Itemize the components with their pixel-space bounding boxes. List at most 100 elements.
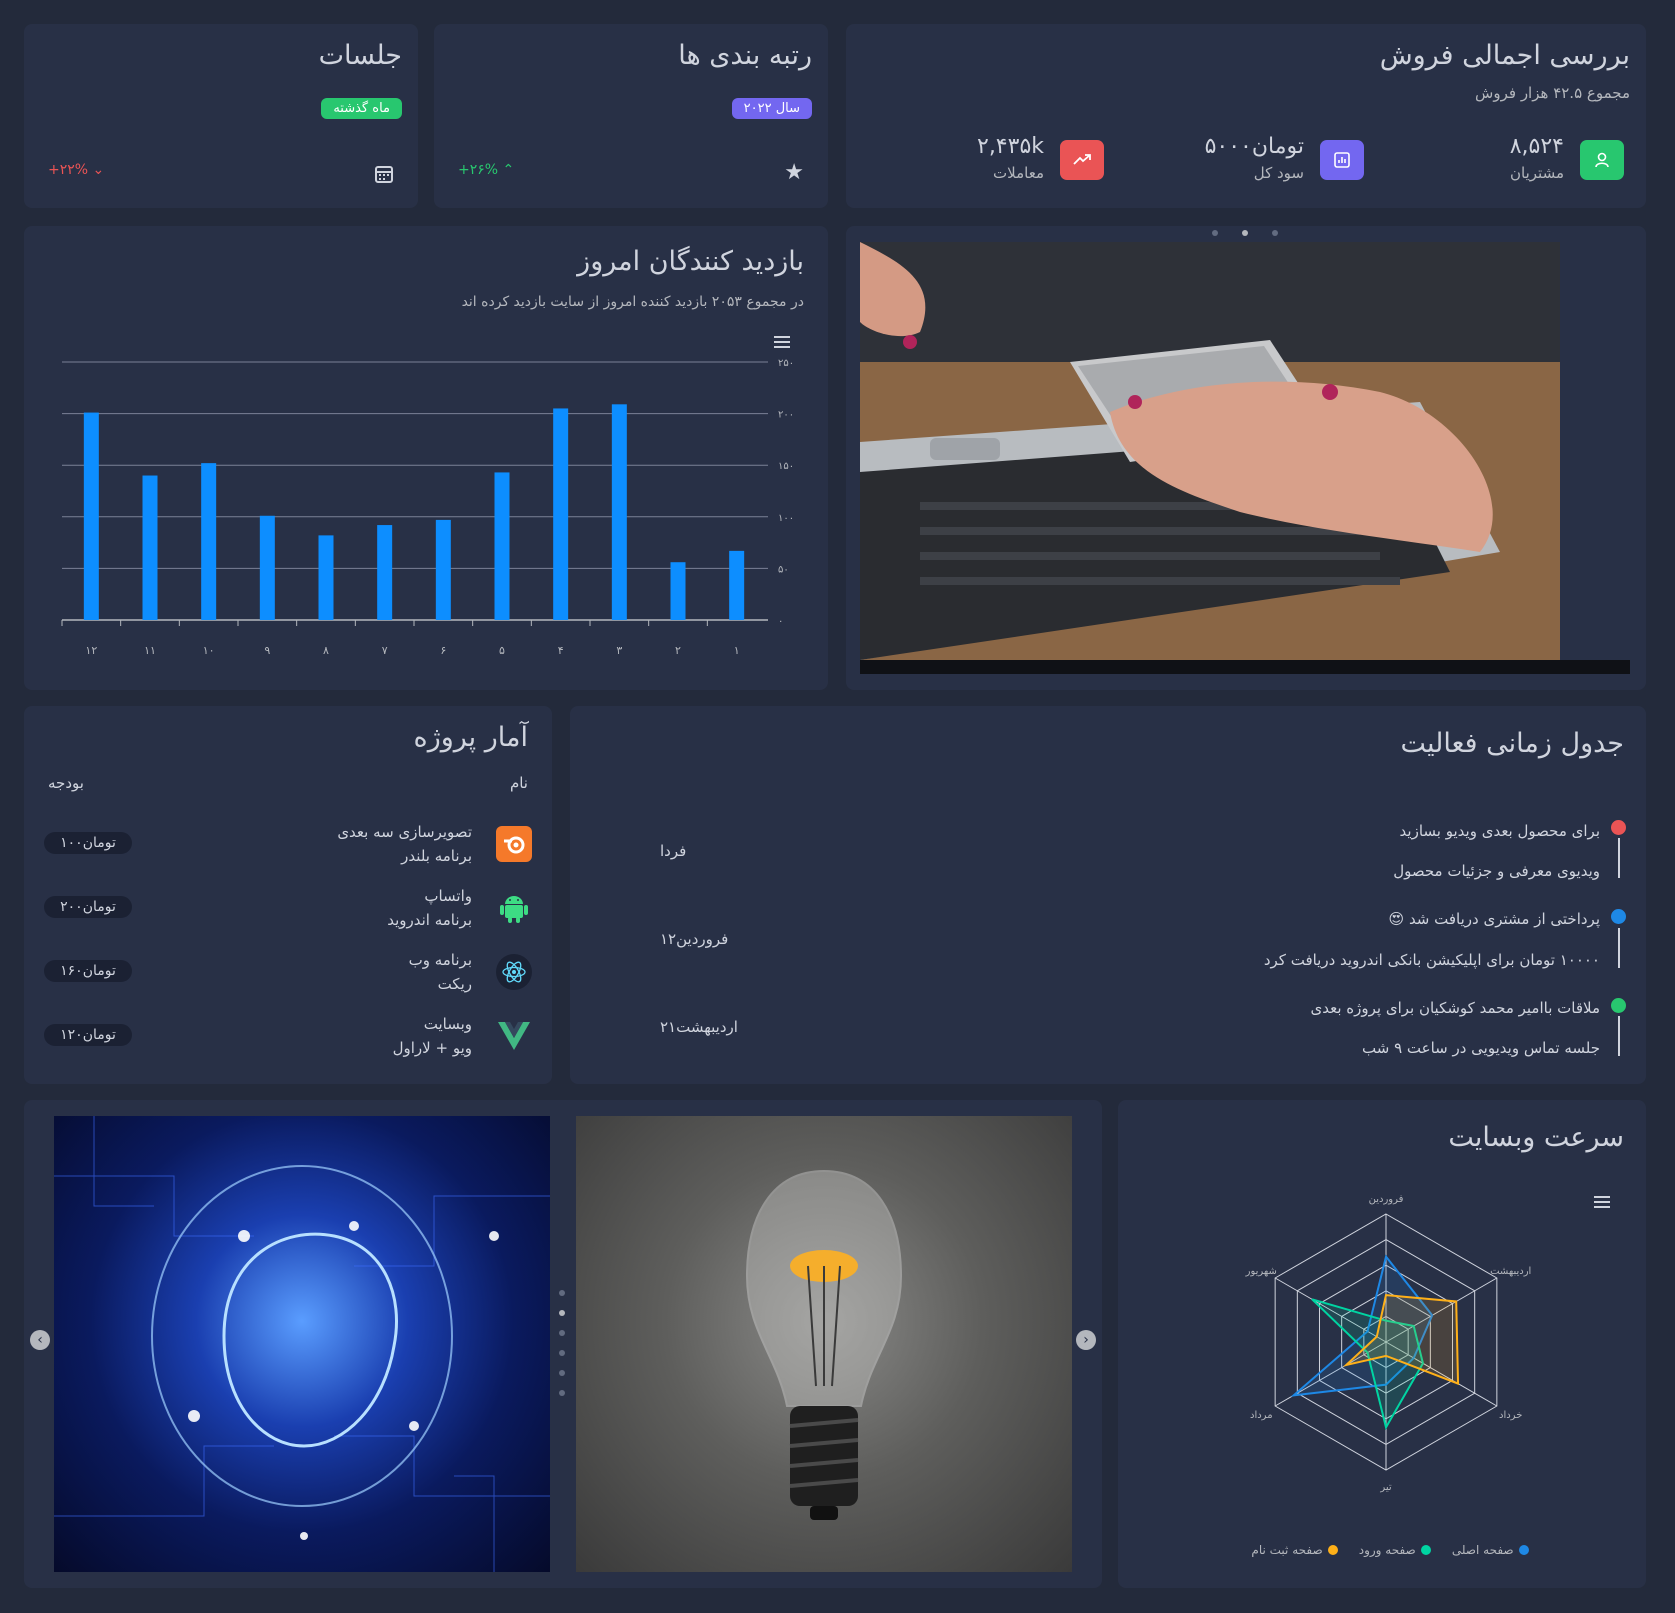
visitors-card: بازدید کنندگان امروز در مجموع ۲۰۵۳ بازدی… xyxy=(24,226,828,690)
x-tick-label: ۳ xyxy=(616,644,622,657)
bar xyxy=(142,475,158,620)
legend-item[interactable]: صفحه ثبت نام xyxy=(1251,1543,1338,1557)
timeline-connector xyxy=(1618,928,1620,968)
bar xyxy=(83,412,99,620)
bar xyxy=(318,535,334,620)
bar xyxy=(670,562,686,620)
image-gallery-card: ‹ › xyxy=(24,1100,1102,1588)
y-tick-label: ۱۵۰ xyxy=(778,461,794,472)
carousel-indicator[interactable] xyxy=(1212,230,1218,236)
radar-axis-label: تیر xyxy=(1379,1482,1392,1493)
timeline-date: فردا xyxy=(660,842,687,860)
timeline-connector xyxy=(1618,838,1620,878)
carousel-indicator[interactable] xyxy=(559,1330,565,1336)
bar xyxy=(729,550,745,620)
timeline-dot xyxy=(1611,998,1626,1013)
carousel-indicator[interactable] xyxy=(1272,230,1278,236)
radar-axis-label: فروردین xyxy=(1369,1194,1404,1205)
y-tick-label: ۲۰۰ xyxy=(778,410,794,421)
speed-radar-chart: فروردین اردیبهشت خرداد تیر مرداد شهریور xyxy=(1245,1194,1532,1493)
bar xyxy=(435,519,451,620)
budget-value: ۱۶۰تومان xyxy=(44,960,132,982)
y-tick-label: ۱۰۰ xyxy=(778,513,794,524)
timeline-item-title: برای محصول بعدی ویدیو بسازید xyxy=(1399,822,1600,840)
bar xyxy=(611,404,627,620)
user-icon xyxy=(1580,140,1624,180)
timeline-title: جدول زمانی فعالیت xyxy=(1400,728,1624,759)
photo-carousel-card xyxy=(846,226,1646,690)
blender-icon xyxy=(496,826,532,862)
rankings-card: رتبه بندی ها سال ۲۰۲۲ +۲۶% ⌃ ★ xyxy=(434,24,828,208)
col-header-name: نام xyxy=(509,774,528,792)
x-tick-label: ۸ xyxy=(323,644,329,657)
x-tick-label: ۷ xyxy=(382,644,388,657)
vue-icon xyxy=(496,1018,532,1054)
heart-eyes-emoji: 😍 xyxy=(1388,910,1405,928)
sessions-change: +۲۲% ⌄ xyxy=(48,162,105,178)
legend-item[interactable]: صفحه ورود xyxy=(1359,1543,1431,1557)
timeline-item-desc: جلسه تماس ویدیویی در ساعت ۹ شب xyxy=(1361,1039,1600,1057)
carousel-indicator[interactable] xyxy=(1242,230,1248,236)
carousel-next-button[interactable]: › xyxy=(1076,1330,1096,1350)
y-tick-label: ۵۰ xyxy=(778,564,789,575)
stat-customers-value: ۸,۵۲۴ xyxy=(1509,134,1564,159)
timeline-dot xyxy=(1611,820,1626,835)
sales-overview-card: بررسی اجمالی فروش مجموع ۴۲.۵ هزار فروش ۸… xyxy=(846,24,1646,208)
rankings-title: رتبه بندی ها xyxy=(678,40,812,71)
col-header-budget: بودجه xyxy=(48,774,84,792)
carousel-indicator[interactable] xyxy=(559,1390,565,1396)
bar xyxy=(201,463,217,620)
project-stats-card: آمار پروژه نام بودجه تصویرسازی سه بعدی ب… xyxy=(24,706,552,1084)
x-tick-label: ۱۱ xyxy=(144,644,156,657)
project-name: تصویرسازی سه بعدی برنامه بلندر xyxy=(337,823,472,865)
sessions-badge: ماه گذشته xyxy=(321,98,402,119)
table-row[interactable]: واتساپ برنامه اندروید ۲۰۰تومان xyxy=(24,880,552,936)
x-tick-label: ۴ xyxy=(558,644,564,657)
visitors-bar-chart: ۰ ۵۰ ۱۰۰ ۱۵۰ ۲۰۰ ۲۵۰ ۱۲ ۱۱ ۱۰ ۹ ۸ ۷ ۶ ۵ ۴ ۳ ۲ ۱ xyxy=(61,358,794,657)
carousel-dots xyxy=(559,1290,565,1396)
radar-axis-label: مرداد xyxy=(1250,1410,1273,1421)
calendar-icon[interactable] xyxy=(374,164,394,188)
ai-brain-image xyxy=(54,1116,550,1572)
bar xyxy=(377,525,393,620)
android-icon xyxy=(496,890,532,926)
star-icon[interactable]: ★ xyxy=(784,160,804,185)
carousel-indicator[interactable] xyxy=(559,1310,565,1316)
budget-value: ۱۰۰تومان xyxy=(44,832,132,854)
bar xyxy=(553,408,569,620)
carousel-indicator[interactable] xyxy=(559,1350,565,1356)
carousel-bottom-bar xyxy=(860,660,1630,674)
timeline-item-desc: ویدیوی معرفی و جزئیات محصول xyxy=(1393,862,1600,880)
timeline-connector xyxy=(1618,1016,1620,1056)
x-tick-label: ۱۲ xyxy=(85,644,97,657)
timeline-dot xyxy=(1611,909,1626,924)
y-tick-label: ۲۵۰ xyxy=(778,358,794,369)
timeline-item-title: پرداختی از مشتری دریافت شد 😍 xyxy=(1388,910,1600,928)
project-name: برنامه وب ریکت xyxy=(408,951,472,993)
x-tick-label: ۱۰ xyxy=(203,644,215,657)
carousel-prev-button[interactable]: ‹ xyxy=(30,1330,50,1350)
table-row[interactable]: برنامه وب ریکت ۱۶۰تومان xyxy=(24,944,552,1000)
sessions-title: جلسات xyxy=(318,40,402,71)
table-row[interactable]: وبسایت ویو + لاراول ۱۲۰تومان xyxy=(24,1008,552,1064)
project-name: واتساپ برنامه اندروید xyxy=(387,887,472,929)
carousel-indicator[interactable] xyxy=(559,1290,565,1296)
bar xyxy=(259,515,275,620)
radar-legend: صفحه اصلی صفحه ورود صفحه ثبت نام xyxy=(1118,1540,1646,1559)
stat-profit-value: ۵۰۰۰تومان xyxy=(1204,134,1304,159)
x-tick-label: ۵ xyxy=(499,644,505,657)
phone-laptop-photo xyxy=(860,242,1560,660)
x-tick-label: ۱ xyxy=(734,644,740,657)
stat-profit-label: سود کل xyxy=(1253,164,1304,182)
carousel-indicator[interactable] xyxy=(559,1370,565,1376)
stat-customers-label: مشتریان xyxy=(1510,164,1564,182)
timeline-date: ۱۲فروردین xyxy=(660,930,729,948)
bar xyxy=(494,472,510,620)
rankings-change: +۲۶% ⌃ xyxy=(458,162,515,178)
legend-item[interactable]: صفحه اصلی xyxy=(1452,1543,1529,1557)
bar-chart-icon xyxy=(1320,140,1364,180)
table-row[interactable]: تصویرسازی سه بعدی برنامه بلندر ۱۰۰تومان xyxy=(24,816,552,872)
x-tick-label: ۲ xyxy=(675,644,681,657)
x-tick-label: ۶ xyxy=(440,644,446,657)
y-tick-label: ۰ xyxy=(778,616,783,627)
